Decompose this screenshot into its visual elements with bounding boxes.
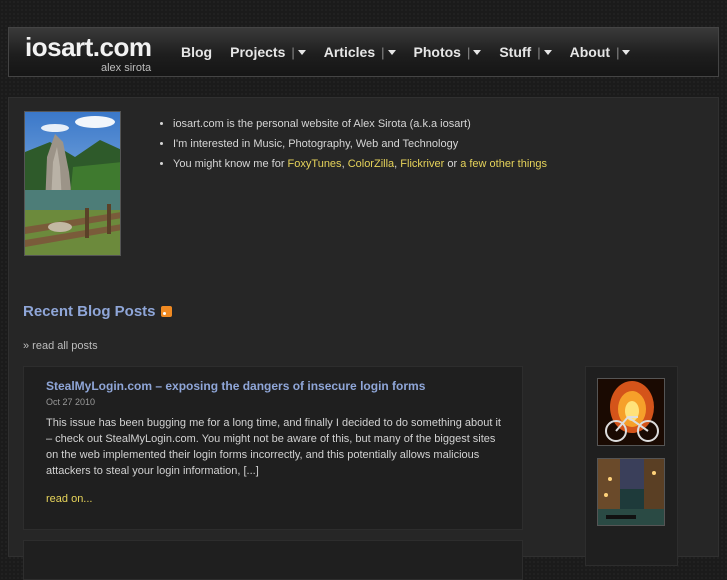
post-excerpt: This issue has been bugging me for a lon… (46, 417, 501, 477)
landscape-photo-image (25, 112, 120, 255)
chevron-down-icon[interactable] (473, 49, 482, 55)
chevron-down-icon[interactable] (543, 49, 552, 55)
nav-separator: | (466, 44, 471, 60)
nav-photos-label[interactable]: Photos (414, 44, 461, 60)
nav-blog-label[interactable]: Blog (181, 44, 212, 60)
colorzilla-link[interactable]: ColorZilla (348, 158, 394, 170)
chevron-down-icon[interactable] (622, 49, 631, 55)
intro-line-2: I'm interested in Music, Photography, We… (173, 138, 459, 150)
photo-thumbnail[interactable] (597, 458, 665, 526)
nav-stuff[interactable]: Stuff | (499, 44, 552, 60)
nav-articles[interactable]: Articles | (324, 44, 396, 60)
blog-post (23, 540, 523, 580)
nav-articles-label[interactable]: Articles (324, 44, 375, 60)
post-date: Oct 27 2010 (46, 397, 96, 407)
nav-blog[interactable]: Blog (181, 44, 212, 60)
nav-photos[interactable]: Photos | (414, 44, 482, 60)
post-title-link[interactable]: StealMyLogin.com – exposing the dangers … (46, 379, 425, 393)
recent-posts-heading: Recent Blog Posts (23, 303, 172, 320)
top-navigation-bar: iosart.com alex sirota Blog Projects | A… (8, 27, 719, 77)
venice-canal-image (598, 459, 664, 525)
flickriver-link[interactable]: Flickriver (400, 158, 444, 170)
nav-projects[interactable]: Projects | (230, 44, 306, 60)
nav-about-label[interactable]: About (570, 44, 610, 60)
intro-item: iosart.com is the personal website of Al… (173, 118, 547, 130)
nav-projects-label[interactable]: Projects (230, 44, 285, 60)
nav-separator: | (537, 44, 541, 60)
rss-icon[interactable] (160, 306, 172, 317)
site-logo[interactable]: iosart.com alex sirota (25, 34, 152, 74)
chevron-down-icon[interactable] (387, 49, 396, 55)
main-content: iosart.com is the personal website of Al… (8, 97, 719, 580)
nav-stuff-label[interactable]: Stuff (499, 44, 531, 60)
read-all-posts-link[interactable]: » read all posts (23, 340, 98, 352)
intro-item: You might know me for FoxyTunes, ColorZi… (173, 158, 547, 170)
foxytunes-link[interactable]: FoxyTunes (288, 158, 342, 170)
burning-bicycle-image (598, 379, 664, 445)
other-things-link[interactable]: a few other things (460, 158, 547, 170)
profile-photo (24, 111, 121, 256)
blog-post: StealMyLogin.com – exposing the dangers … (23, 366, 523, 530)
nav-separator: | (291, 44, 295, 60)
nav-separator: | (381, 44, 385, 60)
nav-about[interactable]: About | (570, 44, 631, 60)
or-text: or (444, 158, 461, 170)
nav-separator: | (616, 44, 620, 60)
photo-thumbnail[interactable] (597, 378, 665, 446)
intro-line-1: iosart.com is the personal website of Al… (173, 118, 471, 130)
intro-line-3-prefix: You might know me for (173, 158, 288, 170)
intro-list: iosart.com is the personal website of Al… (157, 118, 547, 178)
section-title-text[interactable]: Recent Blog Posts (23, 303, 156, 320)
read-more-link[interactable]: read on... (46, 493, 92, 505)
photo-sidebar (585, 366, 678, 566)
logo-subtitle: alex sirota (101, 62, 152, 74)
main-nav: Blog Projects | Articles | Photos | Stuf… (181, 28, 648, 76)
logo-title[interactable]: iosart.com (25, 34, 152, 60)
chevron-down-icon[interactable] (297, 49, 306, 55)
intro-item: I'm interested in Music, Photography, We… (173, 138, 547, 150)
